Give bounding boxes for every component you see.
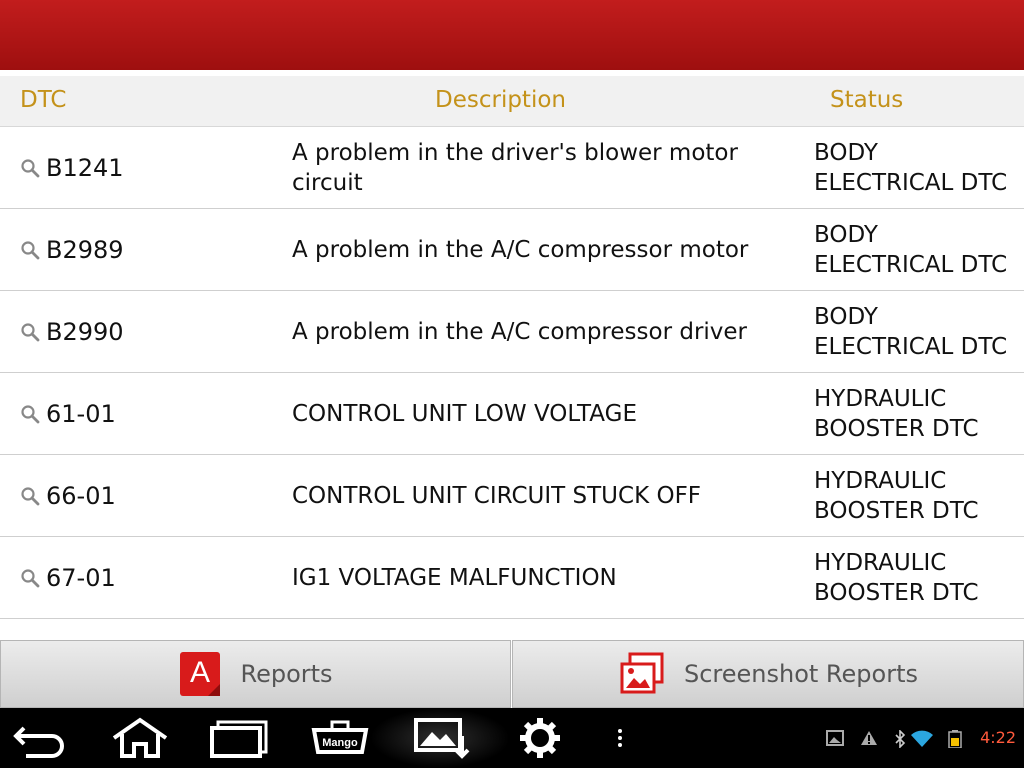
search-icon[interactable] [20, 158, 40, 178]
table-row[interactable]: B1241 A problem in the driver's blower m… [0, 127, 1024, 209]
dtc-status: BODY ELECTRICAL DTC [814, 139, 1008, 196]
reports-button-label: Reports [240, 660, 333, 688]
column-header-status: Status [830, 87, 904, 113]
search-icon[interactable] [20, 404, 40, 424]
battery-icon [948, 730, 962, 748]
obd-label: Mango [322, 737, 358, 749]
dtc-status: HYDRAULIC BOOSTER DTC [814, 385, 979, 442]
search-icon[interactable] [20, 322, 40, 342]
dtc-code-cell[interactable]: 66-01 [20, 455, 116, 536]
table-row[interactable]: B2989 A problem in the A/C compressor mo… [0, 209, 1024, 291]
dtc-code-cell[interactable]: 67-01 [20, 537, 116, 618]
search-icon[interactable] [20, 486, 40, 506]
overflow-menu-icon[interactable] [610, 708, 630, 768]
dtc-status: HYDRAULIC BOOSTER DTC [814, 467, 979, 524]
status-clock: 4:22 [980, 728, 1016, 747]
warning-icon [861, 731, 877, 745]
dtc-code: B1241 [46, 153, 124, 182]
dtc-status: HYDRAULIC BOOSTER DTC [814, 549, 979, 606]
bluetooth-icon [895, 730, 906, 748]
dtc-description: A problem in the A/C compressor motor [292, 236, 749, 263]
dtc-code: 67-01 [46, 563, 116, 592]
table-row[interactable]: B2990 A problem in the A/C compressor dr… [0, 291, 1024, 373]
dtc-description: A problem in the A/C compressor driver [292, 318, 748, 345]
home-icon[interactable] [105, 708, 175, 768]
table-row[interactable]: 67-01 IG1 VOLTAGE MALFUNCTION HYDRAULIC … [0, 537, 1024, 619]
settings-gear-icon[interactable] [510, 708, 570, 768]
table-row[interactable]: 61-01 CONTROL UNIT LOW VOLTAGE HYDRAULIC… [0, 373, 1024, 455]
screenshot-reports-icon [618, 652, 666, 696]
obd-connector-icon[interactable]: Mango [305, 708, 375, 768]
screenshot-reports-button[interactable]: Screenshot Reports [512, 640, 1024, 708]
column-header-description: Description [435, 87, 566, 113]
search-icon[interactable] [20, 240, 40, 260]
dtc-code: 66-01 [46, 481, 116, 510]
dtc-code: 61-01 [46, 399, 116, 428]
dtc-description: IG1 VOLTAGE MALFUNCTION [292, 564, 617, 591]
table-header: DTC Description Status [0, 76, 1024, 127]
reports-icon-letter: A [190, 656, 210, 689]
dtc-code-cell[interactable]: B2989 [20, 209, 124, 290]
dtc-status: BODY ELECTRICAL DTC [814, 303, 1008, 360]
dtc-table: B1241 A problem in the driver's blower m… [0, 127, 1024, 619]
system-navigation-bar: Mango 4:22 [0, 708, 1024, 768]
dtc-code-cell[interactable]: 61-01 [20, 373, 116, 454]
screenshot-icon[interactable] [405, 708, 475, 768]
dtc-description: CONTROL UNIT CIRCUIT STUCK OFF [292, 482, 702, 509]
dtc-code: B2989 [46, 235, 124, 264]
column-header-dtc: DTC [20, 87, 67, 113]
search-icon[interactable] [20, 568, 40, 588]
dtc-code: B2990 [46, 317, 124, 346]
gallery-notification-icon [826, 730, 844, 746]
recent-apps-icon[interactable] [205, 708, 275, 768]
app-title-bar [0, 0, 1024, 70]
dtc-code-cell[interactable]: B1241 [20, 127, 124, 208]
back-icon[interactable] [10, 708, 70, 768]
reports-icon: A [178, 650, 222, 698]
dtc-code-cell[interactable]: B2990 [20, 291, 124, 372]
screenshot-reports-label: Screenshot Reports [683, 660, 918, 688]
wifi-icon [911, 730, 933, 747]
reports-button[interactable]: A Reports [0, 640, 511, 708]
dtc-description: CONTROL UNIT LOW VOLTAGE [292, 400, 637, 427]
table-row[interactable]: 66-01 CONTROL UNIT CIRCUIT STUCK OFF HYD… [0, 455, 1024, 537]
dtc-description: A problem in the driver's blower motor c… [292, 139, 738, 196]
dtc-status: BODY ELECTRICAL DTC [814, 221, 1008, 278]
report-button-bar: A Reports Screenshot Reports [0, 640, 1024, 708]
